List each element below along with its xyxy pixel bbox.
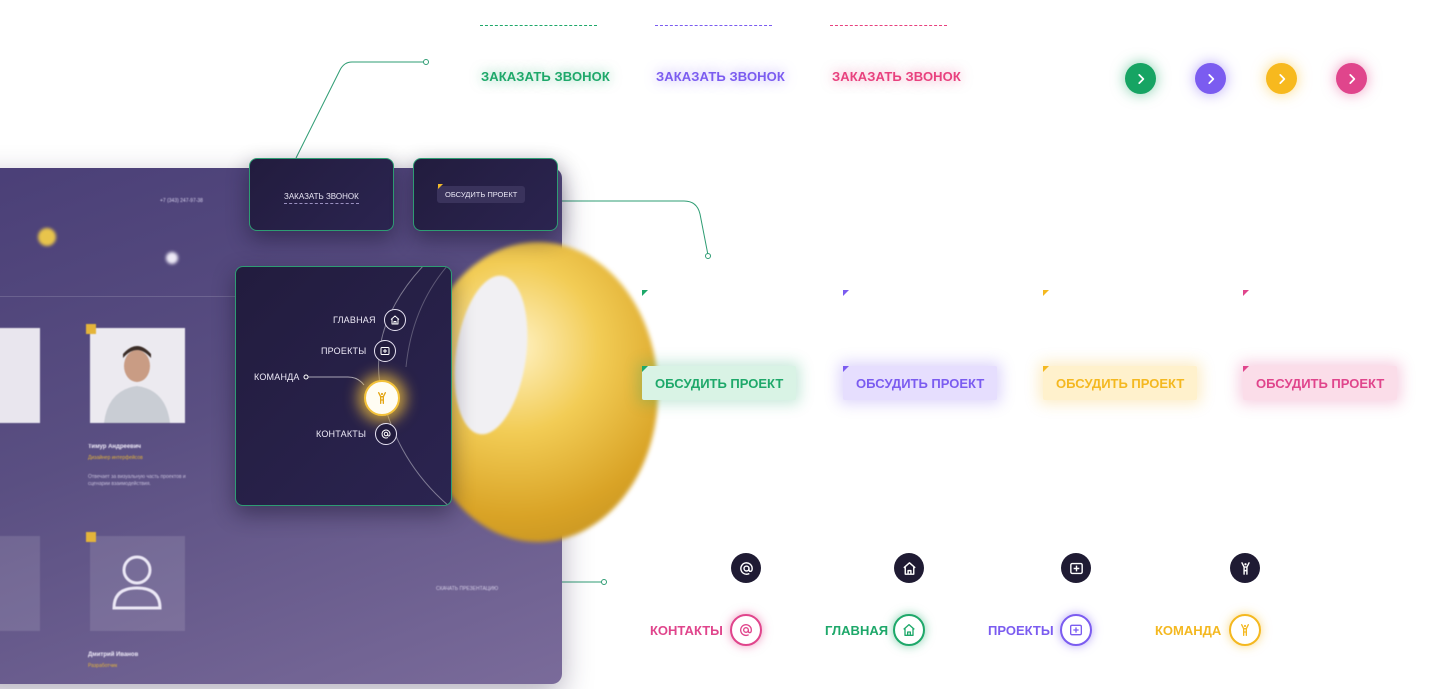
home-icon[interactable] [894, 553, 924, 583]
team-icon[interactable] [1230, 553, 1260, 583]
call-button-pink[interactable]: ЗАКАЗАТЬ ЗВОНОК [832, 69, 961, 84]
nav-item-home[interactable]: ГЛАВНАЯ [333, 315, 376, 325]
mockup-member2-name: Дмитрий Иванов [88, 652, 139, 658]
call-underline-purple [655, 25, 772, 26]
user-placeholder-icon [112, 555, 162, 610]
nav-item-contacts[interactable]: КОНТАКТЫ [316, 429, 366, 439]
discuss-button-label: ОБСУДИТЬ ПРОЕКТ [1056, 375, 1185, 391]
mockup-white-dot [166, 252, 178, 264]
home-icon[interactable] [384, 309, 406, 331]
preview-discuss-panel: ОБСУДИТЬ ПРОЕКТ [413, 158, 558, 231]
chevron-right-icon [1348, 73, 1355, 84]
mockup-member1-name: Тимур Андреевич [88, 444, 142, 450]
connector-discuss [556, 200, 709, 256]
nav-label-projects[interactable]: ПРОЕКТЫ [988, 623, 1054, 638]
connector-call-end [423, 59, 429, 65]
nav-label-contacts[interactable]: КОНТАКТЫ [650, 623, 723, 638]
flag-icon [642, 366, 648, 372]
preview-call-panel: ЗАКАЗАТЬ ЗВОНОК [249, 158, 394, 231]
preview-discuss-button[interactable]: ОБСУДИТЬ ПРОЕКТ [437, 186, 526, 203]
arrow-button-purple[interactable] [1195, 63, 1226, 94]
connector-nav-end [601, 579, 607, 585]
mockup-photo-member1 [90, 328, 185, 423]
mockup-phone: +7 (343) 247-97-38 [160, 198, 203, 204]
discuss-button-pink[interactable]: ОБСУДИТЬ ПРОЕКТ [1243, 366, 1398, 400]
plus-square-icon[interactable] [1061, 553, 1091, 583]
mockup-photo-placeholder-left [0, 536, 40, 631]
mockup-member2-role: Разработчик [88, 663, 118, 669]
chevron-right-icon [1137, 73, 1144, 84]
flag-icon-purple [843, 290, 849, 296]
arrow-button-yellow[interactable] [1266, 63, 1297, 94]
plus-square-icon[interactable] [374, 340, 396, 362]
preview-call-button[interactable]: ЗАКАЗАТЬ ЗВОНОК [284, 192, 359, 204]
mockup-tag [86, 324, 96, 334]
preview-nav-panel: ГЛАВНАЯ ПРОЕКТЫ КОМАНДА КОНТАКТЫ [235, 266, 452, 506]
home-icon[interactable] [893, 614, 925, 646]
mockup-tag-2 [86, 532, 96, 542]
mockup-photo-placeholder-member2 [90, 536, 185, 631]
person-icon [90, 328, 185, 423]
nav-item-team[interactable]: КОМАНДА [254, 372, 300, 382]
nav-arc [303, 267, 449, 505]
mockup-yellow-dot [38, 228, 56, 246]
chevron-right-icon [1278, 73, 1285, 84]
team-icon[interactable] [364, 380, 400, 416]
mockup-member1-role: Дизайнер интерфейсов [88, 455, 143, 461]
flag-icon-yellow [1043, 290, 1049, 296]
discuss-button-label: ОБСУДИТЬ ПРОЕКТ [655, 375, 784, 391]
yellow-3d-shape [418, 242, 658, 542]
team-icon[interactable] [1229, 614, 1261, 646]
flag-icon [1043, 366, 1049, 372]
discuss-button-label: ОБСУДИТЬ ПРОЕКТ [1256, 375, 1385, 391]
call-button-purple[interactable]: ЗАКАЗАТЬ ЗВОНОК [656, 69, 785, 84]
discuss-button-label: ОБСУДИТЬ ПРОЕКТ [856, 375, 985, 391]
mockup-member1-text: Отвечает за визуальную часть проектов и … [88, 474, 186, 487]
flag-icon-green [642, 290, 648, 296]
call-button-green[interactable]: ЗАКАЗАТЬ ЗВОНОК [481, 69, 610, 84]
call-underline-pink [830, 25, 947, 26]
corner-flag-icon [438, 184, 443, 189]
discuss-button-yellow[interactable]: ОБСУДИТЬ ПРОЕКТ [1043, 366, 1198, 400]
at-icon[interactable] [730, 614, 762, 646]
nav-label-team[interactable]: КОМАНДА [1155, 623, 1221, 638]
discuss-button-purple[interactable]: ОБСУДИТЬ ПРОЕКТ [843, 366, 998, 400]
at-icon[interactable] [375, 423, 397, 445]
flag-icon [843, 366, 849, 372]
call-underline-green [480, 25, 597, 26]
connector-call [295, 61, 425, 159]
mockup-cta: СКАЧАТЬ ПРЕЗЕНТАЦИЮ [436, 586, 499, 592]
discuss-button-green[interactable]: ОБСУДИТЬ ПРОЕКТ [642, 366, 797, 400]
nav-item-projects[interactable]: ПРОЕКТЫ [321, 346, 366, 356]
arrow-button-green[interactable] [1125, 63, 1156, 94]
nav-label-home[interactable]: ГЛАВНАЯ [825, 623, 888, 638]
chevron-right-icon [1207, 73, 1214, 84]
plus-square-icon[interactable] [1060, 614, 1092, 646]
at-icon[interactable] [731, 553, 761, 583]
arrow-button-pink[interactable] [1336, 63, 1367, 94]
flag-icon [1243, 366, 1249, 372]
flag-icon-pink [1243, 290, 1249, 296]
connector-discuss-end [705, 253, 711, 259]
mockup-photo-left [0, 328, 40, 423]
